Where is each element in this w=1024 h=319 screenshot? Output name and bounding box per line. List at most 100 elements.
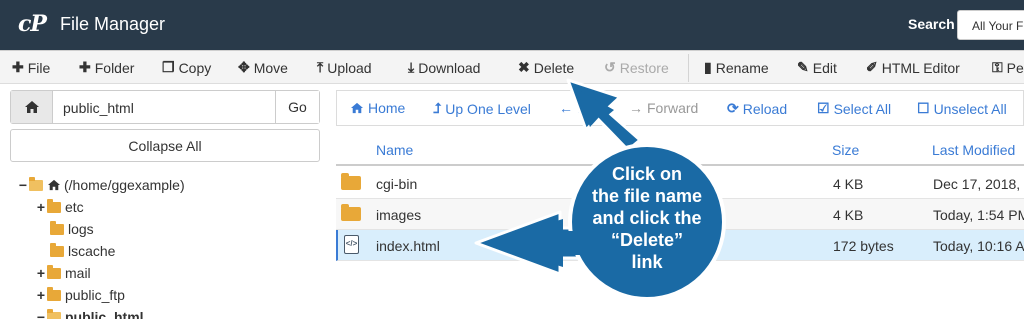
plus-icon: ✚ — [79, 59, 91, 75]
up-one-level-label: Up One Level — [445, 100, 531, 117]
file-modified: Today, 10:16 A — [933, 238, 1024, 254]
copy-button[interactable]: ❐ Copy — [162, 59, 211, 76]
folder-icon — [47, 264, 61, 279]
delete-x-icon: ✖ — [518, 59, 530, 75]
refresh-icon: ⟳ — [727, 100, 739, 116]
checkbox-empty-icon: ☐ — [917, 100, 930, 116]
file-name: cgi-bin — [376, 176, 418, 192]
download-button[interactable]: ⤓ Download — [408, 59, 480, 76]
upload-icon: ⤒ — [317, 59, 324, 75]
html-edit-icon: ✐ — [866, 59, 878, 75]
plus-icon: ✚ — [12, 59, 24, 75]
path-input[interactable]: public_html — [63, 100, 134, 116]
expand-icon: + — [36, 199, 46, 215]
tree-item-label: logs — [68, 221, 94, 237]
expand-icon: + — [36, 265, 46, 281]
back-button[interactable]: ← Back — [559, 100, 608, 116]
restore-icon: ↺ — [604, 59, 616, 75]
move-icon: ✥ — [238, 59, 250, 75]
file-modified: Dec 17, 2018, — [933, 176, 1021, 192]
download-icon: ⤓ — [408, 59, 415, 75]
folder-icon — [47, 198, 61, 213]
toolbar: ✚ File ✚ Folder ❐ Copy ✥ Move ⤒ Upload ⤓ Downl… — [0, 50, 1024, 84]
search-label: Search — [908, 16, 955, 32]
column-header-last-modified[interactable]: Last Modified — [932, 142, 1015, 158]
move-button[interactable]: ✥ Move — [238, 59, 288, 76]
brand[interactable]: cP File Manager — [18, 12, 165, 36]
new-file-label: File — [27, 59, 51, 76]
key-icon: ⚿ — [992, 59, 1003, 75]
tree-item-label: etc — [65, 199, 84, 215]
tree-item-label: public_ftp — [65, 287, 125, 303]
collapse-icon: − — [18, 177, 28, 193]
file-size: 4 KB — [833, 207, 864, 223]
home-directory-button[interactable] — [11, 91, 53, 123]
tree-item-public-html[interactable]: − public_html — [36, 307, 144, 319]
file-size: 172 bytes — [833, 238, 894, 254]
file-size: 4 KB — [833, 176, 864, 192]
expand-icon: + — [36, 287, 46, 303]
checkbox-checked-icon: ☑ — [817, 100, 830, 116]
rename-button[interactable]: ▮ Rename — [704, 59, 769, 76]
reload-button[interactable]: ⟳ Reload — [727, 100, 787, 117]
folder-open-icon — [47, 308, 61, 319]
forward-button[interactable]: → Forward — [629, 100, 698, 116]
level-up-icon: ⮥ — [433, 100, 442, 116]
folder-icon — [50, 220, 64, 235]
callout-line: Click on — [611, 164, 682, 184]
delete-button[interactable]: ✖ Delete — [518, 59, 574, 76]
reload-label: Reload — [742, 100, 788, 117]
new-folder-label: Folder — [94, 59, 135, 76]
file-icon: ▮ — [704, 59, 712, 75]
unselect-all-button[interactable]: ☐ Unselect All — [917, 100, 1007, 117]
restore-button[interactable]: ↺ Restore — [604, 59, 669, 76]
go-button[interactable]: Go — [275, 91, 319, 123]
new-file-button[interactable]: ✚ File — [12, 59, 50, 76]
nav-home-button[interactable]: Home — [350, 100, 405, 116]
collapse-all-button[interactable]: Collapse All — [10, 129, 320, 162]
up-one-level-button[interactable]: ⮥ Up One Level — [433, 100, 531, 117]
tree-item-label: mail — [65, 265, 91, 281]
edit-button[interactable]: ✎ Edit — [797, 59, 837, 76]
file-name: images — [376, 207, 422, 223]
navigation-bar: Home ⮥ Up One Level ← Back → Forward ⟳ Reloa… — [336, 90, 1024, 126]
tree-item-mail[interactable]: + mail — [36, 263, 91, 283]
select-all-button[interactable]: ☑ Select All — [817, 100, 891, 117]
callout-line: “Delete” — [610, 230, 684, 250]
html-file-icon: </> — [344, 235, 359, 254]
rename-label: Rename — [715, 59, 769, 76]
arrow-left-icon: ← — [559, 100, 573, 116]
callout-line: and click the — [592, 208, 702, 228]
home-icon — [48, 179, 60, 191]
folder-icon — [341, 204, 361, 221]
permissions-button[interactable]: ⚿ Pe — [992, 59, 1024, 76]
app-title: File Manager — [59, 14, 165, 34]
html-editor-label: HTML Editor — [881, 59, 960, 76]
callout-line: the file name — [591, 186, 703, 206]
select-all-label: Select All — [833, 100, 892, 117]
file-modified: Today, 1:54 PM — [933, 207, 1024, 223]
pencil-icon: ✎ — [797, 59, 809, 75]
upload-button[interactable]: ⤒ Upload — [317, 59, 372, 76]
tree-item-lscache[interactable]: lscache — [50, 241, 115, 261]
nav-home-label: Home — [368, 100, 406, 116]
tree-item-etc[interactable]: + etc — [36, 197, 84, 217]
html-editor-button[interactable]: ✐ HTML Editor — [866, 59, 960, 76]
folder-icon — [50, 242, 64, 257]
column-header-name[interactable]: Name — [376, 142, 413, 158]
column-header-size[interactable]: Size — [832, 142, 859, 158]
tree-item-home[interactable]: − (/home/ggexample) — [18, 175, 185, 195]
download-label: Download — [418, 59, 481, 76]
tree-item-logs[interactable]: logs — [50, 219, 94, 239]
tree-item-label: public_html — [65, 309, 144, 319]
new-folder-button[interactable]: ✚ Folder — [79, 59, 134, 76]
file-table-header: Name Size Last Modified — [336, 132, 1024, 166]
home-icon — [351, 102, 363, 114]
unselect-all-label: Unselect All — [933, 100, 1007, 117]
search-scope-select[interactable]: All Your F — [957, 10, 1024, 40]
toolbar-divider — [688, 54, 689, 82]
path-bar: public_html Go — [10, 90, 320, 124]
tree-item-public-ftp[interactable]: + public_ftp — [36, 285, 125, 305]
home-icon — [24, 101, 39, 113]
callout-line: link — [631, 252, 663, 272]
